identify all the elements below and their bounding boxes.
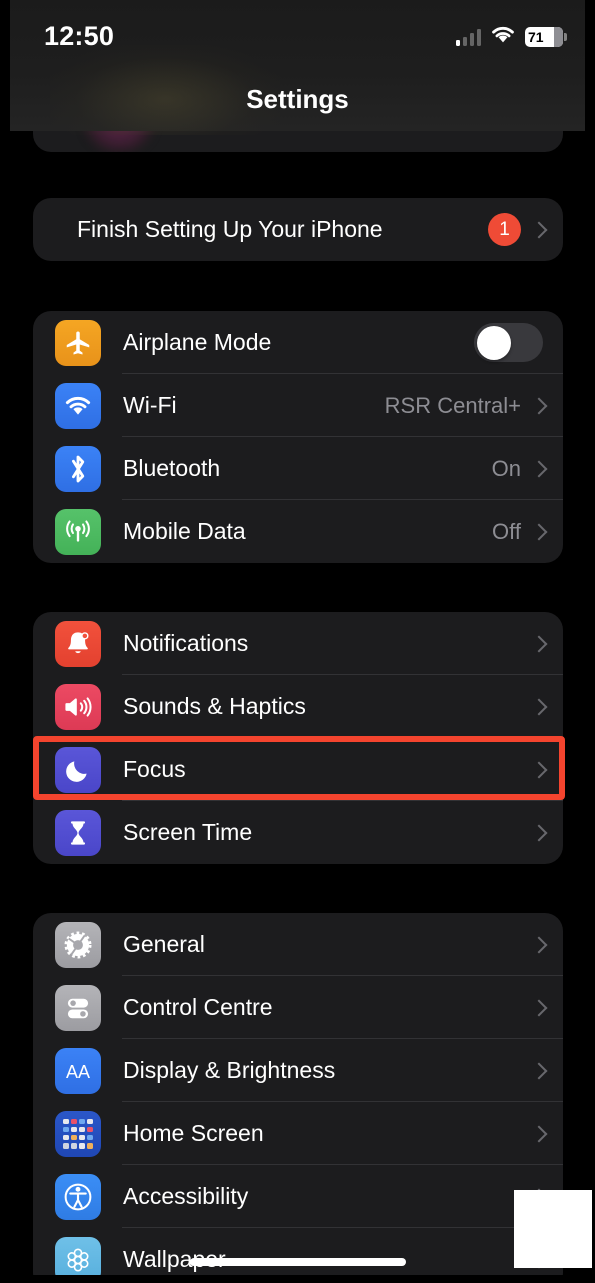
row-label: Home Screen [123, 1120, 264, 1146]
battery-icon: 71 [525, 27, 567, 47]
status-bar-indicators: 71 [455, 25, 567, 49]
chevron-right-icon [533, 635, 543, 653]
list-item-home-screen[interactable]: Home Screen [33, 1102, 563, 1165]
notifications-group: Notifications Sounds & Haptics Focus Scr… [33, 612, 563, 864]
list-item-control-centre[interactable]: Control Centre [33, 976, 563, 1039]
airplane-mode-toggle[interactable] [474, 323, 543, 362]
row-accessory [533, 936, 563, 954]
battery-level: 71 [528, 29, 544, 45]
chevron-right-icon [533, 523, 543, 541]
list-item-sounds-haptics[interactable]: Sounds & Haptics [33, 675, 563, 738]
list-item-finish-setting-up[interactable]: Finish Setting Up Your iPhone 1 [33, 198, 563, 261]
row-label: Bluetooth [123, 455, 221, 481]
toggles-icon [55, 984, 101, 1031]
moon-icon [55, 746, 101, 793]
speaker-icon [55, 683, 101, 730]
row-label: Control Centre [123, 994, 273, 1020]
screen-edge-bottom [0, 1275, 595, 1283]
list-item-general[interactable]: General [33, 913, 563, 976]
chevron-right-icon [533, 221, 543, 239]
svg-text:AA: AA [66, 1061, 90, 1081]
row-label: Mobile Data [123, 518, 246, 544]
app-grid-dots [63, 1118, 93, 1149]
white-overlay-box [514, 1190, 592, 1268]
setup-group: Finish Setting Up Your iPhone 1 [33, 198, 563, 261]
row-accessory: Off [492, 519, 563, 545]
list-item-wifi[interactable]: Wi-Fi RSR Central+ [33, 374, 563, 437]
row-label: Sounds & Haptics [123, 693, 306, 719]
row-accessory [474, 323, 563, 362]
row-accessory: RSR Central+ [385, 393, 563, 419]
chevron-right-icon [533, 761, 543, 779]
chevron-right-icon [533, 460, 543, 478]
row-accessory [533, 999, 563, 1017]
home-indicator[interactable] [190, 1258, 406, 1266]
row-label: Notifications [123, 630, 249, 656]
row-value: Off [492, 518, 521, 544]
airplane-icon [55, 319, 101, 366]
connectivity-group: Airplane Mode Wi-Fi RSR Central+ Bluetoo… [33, 311, 563, 563]
list-item-display-brightness[interactable]: AA Display & Brightness [33, 1039, 563, 1102]
row-label: Accessibility [123, 1183, 249, 1209]
toggle-knob [476, 325, 511, 360]
list-item-bluetooth[interactable]: Bluetooth On [33, 437, 563, 500]
row-accessory [533, 635, 563, 653]
aa-icon: AA [55, 1047, 101, 1094]
list-item-screen-time[interactable]: Screen Time [33, 801, 563, 864]
wifi-icon [490, 25, 516, 49]
cellular-signal-icon [455, 28, 481, 46]
accessibility-icon [55, 1173, 101, 1220]
list-item-accessibility[interactable]: Accessibility [33, 1165, 563, 1228]
row-label: Airplane Mode [123, 329, 272, 355]
row-accessory [533, 1062, 563, 1080]
chevron-right-icon [533, 1062, 543, 1080]
screen-edge-left [0, 0, 10, 1283]
row-label: General [123, 931, 205, 957]
cellular-icon [55, 508, 101, 555]
chevron-right-icon [533, 936, 543, 954]
row-label: Display & Brightness [123, 1057, 336, 1083]
battery-cap [554, 27, 563, 47]
row-accessory [533, 824, 563, 842]
list-item-mobile-data[interactable]: Mobile Data Off [33, 500, 563, 563]
chevron-right-icon [533, 698, 543, 716]
general-group: General Control Centre AA Display & Brig… [33, 913, 563, 1283]
bell-icon [55, 620, 101, 667]
row-value: RSR Central+ [384, 392, 521, 418]
row-accessory [533, 761, 563, 779]
status-badge: 1 [488, 213, 521, 246]
wifi-icon [55, 382, 101, 429]
list-item-notifications[interactable]: Notifications [33, 612, 563, 675]
iphone-settings-screen: 12:50 71 Settings Finish Setting Up Your… [0, 0, 595, 1283]
row-label: Screen Time [123, 819, 253, 845]
row-value: On [491, 455, 521, 481]
status-bar-time: 12:50 [44, 21, 115, 51]
row-accessory [533, 698, 563, 716]
chevron-right-icon [533, 397, 543, 415]
row-label: Focus [123, 756, 186, 782]
chevron-right-icon [533, 1125, 543, 1143]
row-label: Wi-Fi [123, 392, 177, 418]
row-label: Finish Setting Up Your iPhone [77, 216, 383, 242]
list-item-airplane-mode[interactable]: Airplane Mode [33, 311, 563, 374]
hourglass-icon [55, 809, 101, 856]
status-and-nav-bar: 12:50 71 Settings [10, 0, 585, 135]
row-accessory [533, 1125, 563, 1143]
gear-icon [55, 921, 101, 968]
list-item-focus[interactable]: Focus [33, 738, 563, 801]
bluetooth-icon [55, 445, 101, 492]
page-title: Settings [246, 84, 349, 114]
row-accessory: 1 [488, 213, 563, 246]
screen-edge-right [585, 0, 595, 1283]
chevron-right-icon [533, 999, 543, 1017]
app-grid-icon [55, 1110, 101, 1157]
row-accessory: On [492, 456, 563, 482]
chevron-right-icon [533, 824, 543, 842]
